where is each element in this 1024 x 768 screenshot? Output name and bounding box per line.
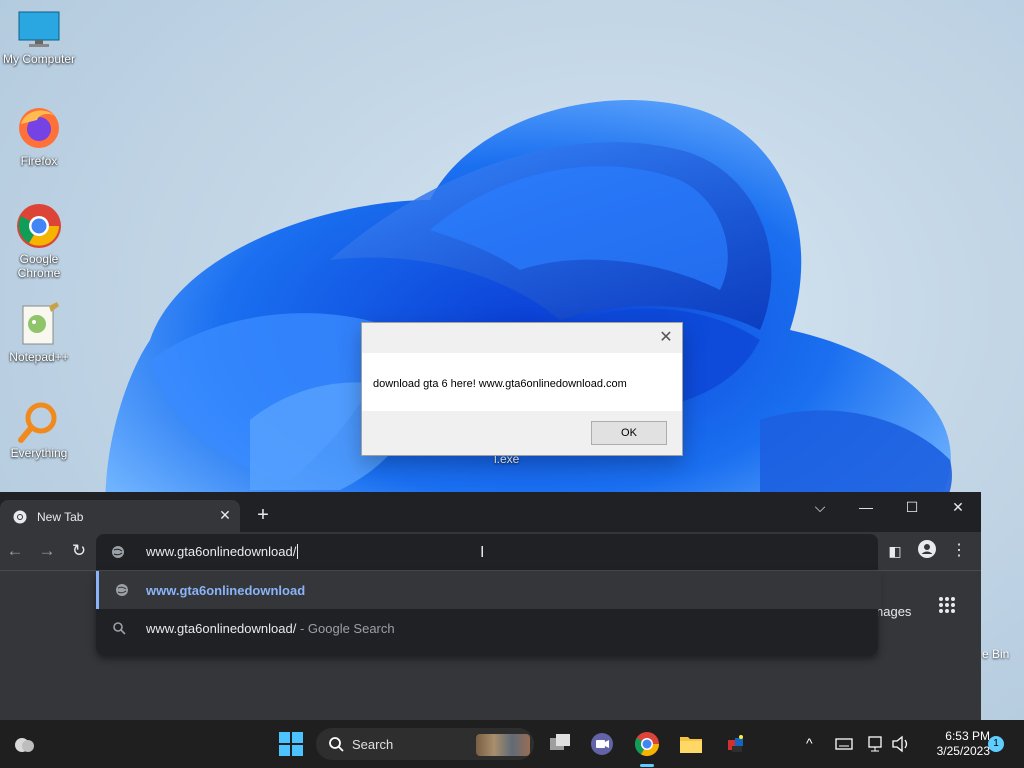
desktop-icon-label: Everything — [10, 446, 68, 460]
minimize-button[interactable]: — — [843, 492, 889, 524]
clock-time: 6:53 PM — [945, 729, 990, 743]
new-tab-button[interactable]: + — [252, 504, 274, 526]
search-icon — [329, 737, 344, 752]
show-hidden-icons-chevron-icon[interactable]: ^ — [806, 735, 813, 751]
tab-title: New Tab — [37, 510, 84, 524]
omnibox-suggestions: www.gta6onlinedownload www.gta6onlinedow… — [96, 571, 881, 655]
taskbar: Search ^ 6:53 PM 3/25/2023 1 — [0, 720, 1024, 768]
system-clock[interactable]: 6:53 PM 3/25/2023 — [918, 729, 990, 759]
suggestion-item[interactable]: www.gta6onlinedownload — [96, 571, 881, 609]
task-view-icon[interactable] — [546, 730, 574, 758]
search-icon — [113, 622, 126, 635]
file-explorer-icon[interactable] — [677, 730, 705, 758]
search-highlight-image — [476, 734, 530, 756]
text-caret — [297, 544, 299, 559]
desktop-icon-my-computer[interactable]: My Computer — [0, 10, 78, 66]
chrome-favicon-icon — [13, 510, 27, 524]
volume-icon[interactable] — [891, 735, 911, 753]
ntp-images-link[interactable]: nages — [876, 604, 911, 619]
message-body: download gta 6 here! www.gta6onlinedownl… — [362, 353, 682, 411]
address-input[interactable]: www.gta6onlinedownload/ — [146, 544, 299, 559]
profile-avatar-icon[interactable] — [916, 540, 938, 562]
weather-icon[interactable] — [10, 730, 38, 758]
recycle-bin-label[interactable]: e Bin — [982, 647, 1009, 661]
apps-grid-icon[interactable] — [938, 596, 956, 614]
windows-start-icon[interactable] — [277, 730, 305, 758]
clock-date: 3/25/2023 — [936, 744, 990, 758]
menu-kebab-icon[interactable]: ⋮ — [948, 540, 970, 562]
app-taskbar-icon[interactable] — [722, 730, 750, 758]
desktop-icon-label: Notepad++ — [9, 350, 69, 364]
close-icon[interactable]: ✕ — [656, 329, 676, 347]
tab-new-tab[interactable]: New Tab ✕ — [0, 500, 240, 532]
globe-icon — [112, 546, 124, 558]
side-panel-icon[interactable]: ◧ — [884, 540, 906, 562]
tab-search-icon[interactable]: ⌵ — [797, 492, 843, 524]
suggestion-item[interactable]: www.gta6onlinedownload/ - Google Search — [96, 609, 878, 647]
forward-arrow-icon[interactable]: → — [36, 540, 58, 562]
suggestion-text: www.gta6onlinedownload/ - Google Search — [146, 621, 395, 636]
desktop-icon-google-chrome[interactable]: Google Chrome — [0, 202, 78, 280]
close-window-button[interactable]: ✕ — [935, 492, 981, 524]
notepadpp-icon — [22, 302, 59, 345]
message-text: download gta 6 here! www.gta6onlinedownl… — [373, 378, 627, 390]
network-icon[interactable] — [867, 735, 885, 753]
reload-icon[interactable]: ↻ — [68, 540, 90, 562]
desktop-icon-notepadpp[interactable]: Notepad++ — [0, 302, 78, 364]
firefox-icon — [19, 108, 59, 148]
address-bar[interactable]: www.gta6onlinedownload/ I — [96, 534, 878, 570]
desktop-icon-label: Google Chrome — [17, 252, 61, 280]
suggestion-text: www.gta6onlinedownload — [146, 583, 306, 598]
chrome-icon — [17, 204, 61, 248]
everything-icon — [18, 402, 57, 443]
notification-badge[interactable]: 1 — [988, 736, 1004, 752]
taskbar-search-box[interactable]: Search — [316, 728, 534, 760]
browser-toolbar: ← → ↻ www.gta6onlinedownload/ I ◧ ⋮ — [0, 532, 981, 571]
desktop-icon-label: Firefox — [20, 154, 58, 168]
back-arrow-icon[interactable]: ← — [4, 540, 26, 562]
chrome-taskbar-icon[interactable] — [633, 730, 661, 758]
close-tab-icon[interactable]: ✕ — [216, 506, 234, 524]
desktop-icon-firefox[interactable]: Firefox — [0, 104, 78, 168]
desktop-icon-everything[interactable]: Everything — [0, 400, 78, 460]
keyboard-icon[interactable] — [835, 736, 853, 752]
monitor-icon — [18, 11, 60, 47]
active-app-indicator — [640, 764, 654, 767]
message-box: ✕ download gta 6 here! www.gta6onlinedow… — [361, 322, 683, 456]
tab-strip: New Tab ✕ + ⌵ — ☐ ✕ — [0, 492, 981, 532]
text-cursor-icon: I — [480, 544, 485, 561]
globe-icon — [116, 584, 128, 596]
ok-button[interactable]: OK — [591, 421, 667, 445]
maximize-button[interactable]: ☐ — [889, 492, 935, 524]
search-label: Search — [352, 737, 394, 752]
desktop-icon-label: My Computer — [2, 52, 76, 66]
teams-chat-icon[interactable] — [588, 730, 616, 758]
